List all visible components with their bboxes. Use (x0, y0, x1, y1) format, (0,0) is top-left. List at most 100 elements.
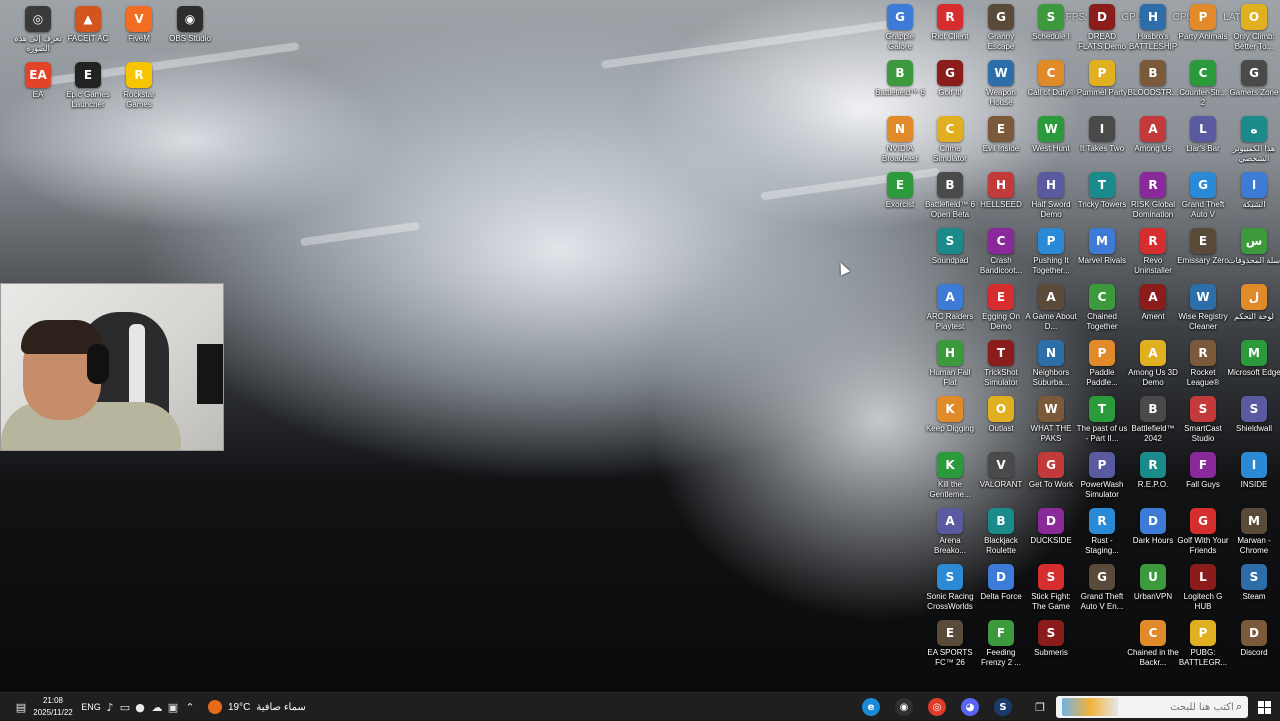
desktop-icon-keep-digging[interactable]: K Keep Digging (923, 396, 977, 434)
desktop-icon-crime-simulator[interactable]: C Crime Simulator (923, 116, 977, 164)
desktop-icon-golf-with-your-friends[interactable]: G Golf With Your Friends (1176, 508, 1230, 556)
desktop-icon-rust-staging[interactable]: R Rust - Staging... (1075, 508, 1129, 556)
microphone-icon[interactable]: ● (134, 693, 146, 721)
desktop-icon-a-game-about-d[interactable]: A A Game About D... (1024, 284, 1078, 332)
volume-icon[interactable]: ♪ (104, 693, 116, 721)
desktop-icon-battlefield-6-open-beta[interactable]: B Battlefield™ 6 Open Beta (923, 172, 977, 220)
desktop-icon-it-takes-two[interactable]: I It Takes Two (1075, 116, 1129, 154)
desktop-icon-powerwash-simulator[interactable]: P PowerWash Simulator (1075, 452, 1129, 500)
language-indicator[interactable]: ENG (80, 693, 102, 721)
desktop-icon-rocket-league[interactable]: R Rocket League® (1176, 340, 1230, 388)
desktop-icon-blackjack-roulette[interactable]: B Blackjack Roulette (974, 508, 1028, 556)
clock[interactable]: 21:08 2025/11/22 (30, 695, 76, 719)
desktop-icon-pubg-battlegr[interactable]: P PUBG: BATTLEGR... (1176, 620, 1230, 668)
desktop-icon-shieldwall[interactable]: S Shieldwall (1227, 396, 1280, 434)
desktop-icon-outlast[interactable]: O Outlast (974, 396, 1028, 434)
desktop-icon-neighbors-suburba[interactable]: N Neighbors Suburba... (1024, 340, 1078, 388)
desktop-icon-west-hunt[interactable]: W West Hunt (1024, 116, 1078, 154)
desktop-icon-what-the-paks[interactable]: W WHAT THE PAKS (1024, 396, 1078, 444)
desktop-icon-rockstar-games[interactable]: R Rockstar Games (112, 62, 166, 110)
desktop-icon-riot-client[interactable]: R Riot Client (923, 4, 977, 42)
desktop-icon-steam[interactable]: S Steam (1227, 564, 1280, 602)
desktop-icon-dark-hours[interactable]: D Dark Hours (1126, 508, 1180, 546)
weather-widget[interactable]: 19°C سماء صافية (208, 693, 308, 721)
desktop-icon-nvidia-broadcast[interactable]: N NVIDIA Broadcast (873, 116, 927, 164)
desktop-icon-schedule-i[interactable]: S Schedule I (1024, 4, 1078, 42)
desktop-icon-pummel-party[interactable]: P Pummel Party (1075, 60, 1129, 98)
desktop-icon-hellseed[interactable]: H HELLSEED (974, 172, 1028, 210)
desktop-icon-grand-theft-auto-v[interactable]: G Grand Theft Auto V (1176, 172, 1230, 220)
desktop-icon-submeris[interactable]: S Submeris (1024, 620, 1078, 658)
desktop-icon-counter-str-2[interactable]: C Counter-Str... 2 (1176, 60, 1230, 108)
desktop-icon-item[interactable]: ◎ تعرف إلى هذه الصورة (11, 6, 65, 54)
desktop-icon-battlefield-6[interactable]: B Battlefield™ 6 (873, 60, 927, 98)
desktop-icon-duckside[interactable]: D DUCKSIDE (1024, 508, 1078, 546)
desktop-icon-kill-the-gentleme[interactable]: K Kill the Gentleme... (923, 452, 977, 500)
notification-center-button[interactable]: ▤ (12, 693, 30, 721)
steam-taskbar-icon[interactable]: S (994, 698, 1012, 716)
tray-app-icon[interactable]: ▣ (166, 693, 180, 721)
desktop-icon-stick-fight-the-game[interactable]: S Stick Fight: The Game (1024, 564, 1078, 612)
desktop-icon-obs-studio[interactable]: ◉ OBS Studio (163, 6, 217, 44)
network-icon[interactable]: ▭ (119, 693, 131, 721)
desktop-icon-evil-inside[interactable]: E Evil Inside (974, 116, 1028, 154)
desktop-icon-party-animals[interactable]: P Party Animals (1176, 4, 1230, 42)
desktop-icon-gamers-zone[interactable]: G Gamers Zone (1227, 60, 1280, 98)
desktop-icon-wise-registry-cleaner[interactable]: W Wise Registry Cleaner (1176, 284, 1230, 332)
desktop-icon-crash-bandicoot[interactable]: C Crash Bandicoot... (974, 228, 1028, 276)
desktop-icon-marvel-rivals[interactable]: M Marvel Rivals (1075, 228, 1129, 266)
desktop-icon-epic-games-launcher[interactable]: E Epic Games Launcher (61, 62, 115, 110)
desktop-icon-microsoft-edge[interactable]: M Microsoft Edge (1227, 340, 1280, 378)
desktop-icon-human-fall-flat[interactable]: H Human Fall Flat (923, 340, 977, 388)
desktop-icon-ea[interactable]: EA EA (11, 62, 65, 100)
desktop-icon-pushing-it-together[interactable]: P Pushing It Together... (1024, 228, 1078, 276)
desktop-icon-revo-uninstaller[interactable]: R Revo Uninstaller (1126, 228, 1180, 276)
desktop-icon-liar-s-bar[interactable]: L Liar's Bar (1176, 116, 1230, 154)
onedrive-icon[interactable]: ☁ (150, 693, 164, 721)
desktop-icon-risk-global-domination[interactable]: R RISK Global Domination (1126, 172, 1180, 220)
desktop-icon-inside[interactable]: I INSIDE (1227, 452, 1280, 490)
desktop-icon-grapple-galore[interactable]: G Grapple Galore (873, 4, 927, 52)
start-button[interactable] (1254, 693, 1274, 721)
desktop-icon-hasbro-s-battleship[interactable]: H Hasbro's BATTLESHIP (1126, 4, 1180, 52)
desktop-icon-emissary-zero[interactable]: E Emissary Zero (1176, 228, 1230, 266)
desktop-icon-soundpad[interactable]: S Soundpad (923, 228, 977, 266)
desktop-icon-granny-escape[interactable]: G Granny Escape (974, 4, 1028, 52)
desktop-icon-the-past-of-us-part-ii[interactable]: T The past of us - Part II... (1075, 396, 1129, 444)
search-input[interactable] (1118, 700, 1236, 714)
discord-taskbar-icon[interactable]: ◕ (961, 698, 979, 716)
show-hidden-icons-chevron-icon[interactable]: ⌃ (183, 693, 197, 721)
desktop-icon-chained-in-the-backr[interactable]: C Chained in the Backr... (1126, 620, 1180, 668)
desktop-icon-marwan-chrome[interactable]: M Marwan - Chrome (1227, 508, 1280, 556)
desktop-icon-exorcist[interactable]: E Exorcist (873, 172, 927, 210)
desktop-icon-ament[interactable]: A Ament (1126, 284, 1180, 322)
desktop-icon-half-sword-demo[interactable]: H Half Sword Demo (1024, 172, 1078, 220)
desktop-icon-get-to-work[interactable]: G Get To Work (1024, 452, 1078, 490)
desktop-icon-item[interactable]: ل لوحة التحكم (1227, 284, 1280, 322)
desktop-icon-tricky-towers[interactable]: T Tricky Towers (1075, 172, 1129, 210)
desktop-icon-valorant[interactable]: V VALORANT (974, 452, 1028, 490)
desktop-icon-among-us[interactable]: A Among Us (1126, 116, 1180, 154)
desktop-icon-urbanvpn[interactable]: U UrbanVPN (1126, 564, 1180, 602)
desktop-icon-faceit-ac[interactable]: ▲ FACEIT AC (61, 6, 115, 44)
desktop-icon-grand-theft-auto-v-en[interactable]: G Grand Theft Auto V En... (1075, 564, 1129, 612)
desktop-icon-call-of-duty[interactable]: C Call of Duty® (1024, 60, 1078, 98)
edge-taskbar-icon[interactable]: e (862, 698, 880, 716)
desktop-icon-smartcast-studio[interactable]: S SmartCast Studio (1176, 396, 1230, 444)
chrome-taskbar-icon[interactable]: ◎ (928, 698, 946, 716)
desktop-icon-paddle-paddle[interactable]: P Paddle Paddle... (1075, 340, 1129, 388)
desktop-icon-item[interactable]: ه هذا الكمبيوتر الشخصي (1227, 116, 1280, 164)
desktop-icon-weapon-house-simulator[interactable]: W Weapon House Simulator (974, 60, 1028, 108)
desktop-icon-golf-it[interactable]: G Golf It! (923, 60, 977, 98)
desktop-icon-sonic-racing-crossworlds[interactable]: S Sonic Racing CrossWorlds (923, 564, 977, 612)
desktop-icon-trickshot-simulator[interactable]: T TrickShot Simulator (974, 340, 1028, 388)
desktop-icon-ea-sports-fc-26[interactable]: E EA SPORTS FC™ 26 (923, 620, 977, 668)
task-view-button[interactable]: ❐ (1032, 693, 1048, 721)
taskbar-search[interactable]: ⌕ (1056, 696, 1248, 718)
desktop-icon-dread-flats-demo[interactable]: D DREAD FLATS Demo (1075, 4, 1129, 52)
desktop-icon-item[interactable]: س سلة المحذوفات (1227, 228, 1280, 266)
obs-taskbar-icon[interactable]: ◉ (895, 698, 913, 716)
desktop-icon-feeding-frenzy-2[interactable]: F Feeding Frenzy 2 ... (974, 620, 1028, 668)
desktop-icon-bloodstr[interactable]: B BLOODSTR... (1126, 60, 1180, 98)
desktop-icon-only-climb-better-to[interactable]: O Only Climb: Better To... (1227, 4, 1280, 52)
